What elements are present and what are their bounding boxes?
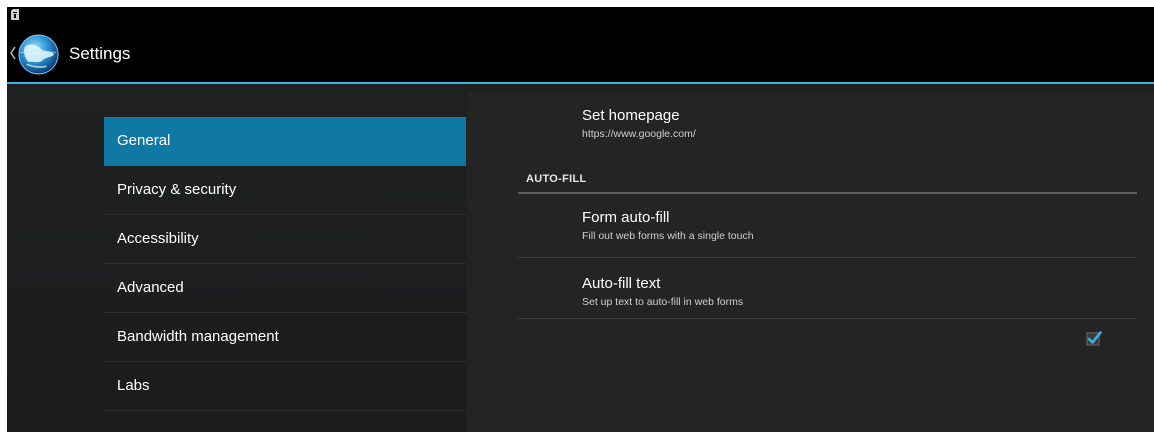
header-item-general[interactable]: General [104, 117, 466, 166]
general-preferences-pane: Set homepage https://www.google.com/ AUT… [467, 92, 1154, 432]
settings-header-list: General Privacy & security Accessibility… [104, 117, 466, 411]
header-item-advanced[interactable]: Advanced [104, 264, 466, 313]
header-item-label: Advanced [117, 279, 184, 296]
autofill-text-preference[interactable]: Auto-fill text Set up text to auto-fill … [518, 258, 1137, 308]
pref-title: Form auto-fill [582, 209, 670, 226]
up-caret-icon[interactable] [9, 45, 17, 61]
header-item-label: Accessibility [117, 230, 199, 247]
category-divider [518, 192, 1137, 194]
form-autofill-preference[interactable]: Form auto-fill Fill out web forms with a… [518, 203, 1137, 346]
header-item-label: Labs [117, 377, 150, 394]
autofill-category-title: AUTO-FILL [526, 173, 587, 185]
page-title: Settings [69, 44, 131, 63]
browser-globe-icon[interactable] [17, 33, 60, 76]
pref-summary: Fill out web forms with a single touch [582, 230, 754, 242]
sd-card-icon [11, 9, 19, 20]
pref-title: Auto-fill text [582, 275, 661, 292]
settings-content: General Privacy & security Accessibility… [7, 84, 1154, 432]
set-homepage-preference[interactable]: Set homepage https://www.google.com/ [518, 105, 1137, 149]
row-divider [518, 318, 1137, 319]
pref-title: Set homepage [582, 107, 680, 124]
header-item-labs[interactable]: Labs [104, 362, 466, 411]
status-bar [7, 7, 1154, 27]
screen: Settings General Privacy & security Acce… [7, 7, 1154, 432]
pref-summary: Set up text to auto-fill in web forms [582, 296, 744, 308]
header-item-label: Privacy & security [117, 181, 237, 198]
header-item-label: Bandwidth management [117, 328, 279, 345]
form-autofill-checkbox[interactable] [1086, 330, 1102, 346]
pref-summary: https://www.google.com/ [582, 128, 696, 140]
header-item-accessibility[interactable]: Accessibility [104, 215, 466, 264]
header-item-privacy-security[interactable]: Privacy & security [104, 166, 466, 215]
header-item-label: General [117, 132, 171, 149]
action-bar: Settings [7, 27, 1154, 82]
header-item-bandwidth-management[interactable]: Bandwidth management [104, 313, 466, 362]
